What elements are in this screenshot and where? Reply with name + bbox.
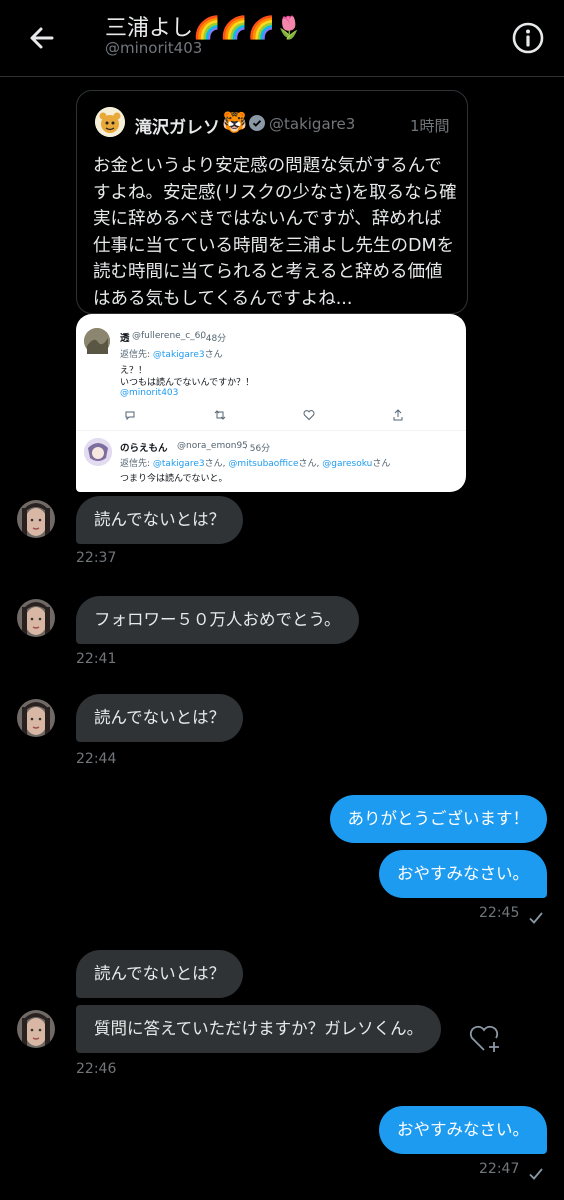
reply-handle-2: @nora_emon95: [177, 441, 248, 451]
quoted-author-handle: @takigare3: [269, 115, 356, 133]
quoted-tweet-text: お金というより安定感の問題な気がするんですよね。安定感(リスクの少なさ)を取るな…: [93, 156, 457, 309]
reply-to-mention-2c: @garesoku: [322, 459, 373, 469]
retweet-icon: [214, 410, 226, 420]
conversation-handle[interactable]: @minorit403: [105, 39, 202, 57]
reply-handle-1: @fullerene_c_60: [132, 331, 207, 341]
conversation-name[interactable]: 三浦よし🌈🌈🌈🌷: [105, 10, 303, 42]
reply-avatar-2: [84, 438, 112, 466]
reply-to-label-2: 返信先:: [120, 459, 153, 469]
reply-to-mention-2b: @mitsubaoffice: [228, 459, 299, 469]
info-icon: [512, 22, 544, 54]
incoming-message[interactable]: 読んでないとは？: [76, 496, 244, 544]
reply-to-mention-2a: @takigare3: [152, 459, 205, 469]
info-button[interactable]: [510, 20, 546, 56]
reply-to-separator-2b: さん,: [298, 459, 323, 469]
reply-name-2: のらえもん: [120, 443, 168, 454]
reply-to-suffix-2: さん: [372, 459, 391, 469]
message-timestamp: 22:44: [76, 751, 117, 767]
read-check-icon: [529, 1168, 543, 1180]
reply-time-1: · 48分: [200, 334, 227, 344]
quoted-author-avatar: [95, 107, 125, 137]
outgoing-message[interactable]: おやすみなさい。: [379, 850, 547, 898]
incoming-message[interactable]: フォロワー５０万人おめでとう。: [76, 596, 359, 644]
like-icon: [303, 410, 315, 421]
message-timestamp: 22:41: [76, 651, 117, 667]
read-check-icon: [529, 912, 543, 924]
partner-avatar[interactable]: [17, 699, 55, 737]
tiger-emoji-icon: 🐯: [222, 110, 247, 134]
reply-to-label-1: 返信先:: [120, 350, 153, 360]
divider: [76, 430, 466, 431]
verified-badge-icon: [249, 115, 265, 131]
reply-text-2: つまり今は読んでないと。: [120, 474, 228, 484]
reply-mention-1: @minorit403: [120, 388, 179, 398]
message-timestamp: 22:37: [76, 550, 117, 566]
reply-time-2: · 56分: [244, 444, 271, 454]
outgoing-message[interactable]: おやすみなさい。: [379, 1106, 547, 1154]
outgoing-message[interactable]: ありがとうございます！: [329, 795, 547, 843]
partner-avatar[interactable]: [17, 1010, 55, 1048]
quoted-tweet-time: 1時間: [410, 117, 450, 135]
message-timestamp: 22:47: [479, 1161, 520, 1177]
reply-to-mention-1: @takigare3: [152, 350, 205, 360]
incoming-message[interactable]: 読んでないとは？: [76, 694, 244, 742]
back-button[interactable]: [22, 18, 62, 58]
quoted-tweet-card[interactable]: 滝沢ガレソ 🐯 @takigare3 1時間 お金というより安定感の問題な気がす…: [76, 90, 468, 314]
partner-avatar[interactable]: [17, 599, 55, 637]
reply-icon: [125, 411, 135, 421]
reply-to-suffix-1: さん: [204, 350, 223, 360]
reply-text-line2: いつもは読んでないんですか？！: [120, 378, 255, 388]
share-icon: [393, 409, 403, 421]
incoming-message[interactable]: 読んでないとは？: [76, 950, 244, 998]
attached-screenshot-image[interactable]: 透 @fullerene_c_60 · 48分 返信先: @takigare3さ…: [76, 314, 466, 492]
reply-name-1: 透: [120, 333, 130, 344]
message-timestamp: 22:46: [76, 1061, 117, 1077]
add-reaction-icon[interactable]: [468, 1024, 502, 1054]
message-timestamp: 22:45: [479, 905, 520, 921]
partner-avatar[interactable]: [17, 500, 55, 538]
quoted-author-name: 滝沢ガレソ: [135, 118, 220, 138]
reply-to-separator-2a: さん,: [204, 459, 229, 469]
arrow-left-icon: [30, 27, 54, 49]
incoming-message[interactable]: 質問に答えていただけますか？ガレソくん。: [76, 1005, 442, 1053]
reply-avatar-1: [84, 328, 110, 354]
conversation-header: 三浦よし🌈🌈🌈🌷 @minorit403: [0, 0, 564, 77]
